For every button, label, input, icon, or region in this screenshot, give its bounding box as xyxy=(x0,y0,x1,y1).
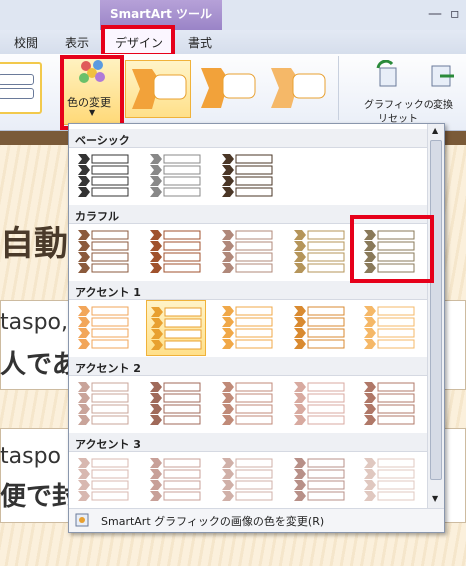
section-accent1: アクセント 1 xyxy=(69,281,427,300)
scroll-up-icon[interactable]: ▲ xyxy=(432,126,438,135)
reset-graphic-icon xyxy=(376,60,397,87)
chevron-list-shape xyxy=(150,382,201,425)
chevron-list-shape xyxy=(364,306,415,349)
section-accent2: アクセント 2 xyxy=(69,357,427,376)
color-variant-basic-2[interactable] xyxy=(146,148,206,204)
color-variant-accent3-3[interactable] xyxy=(218,452,278,508)
gallery-scrollbar[interactable]: ▲ ▼ xyxy=(427,124,444,508)
title-bar xyxy=(0,0,466,30)
chevron-list-shape xyxy=(222,306,273,349)
chevron-list-shape xyxy=(294,458,345,501)
convert-icon xyxy=(431,65,454,87)
chevron-list-shape xyxy=(78,306,129,349)
color-variant-accent2-4[interactable] xyxy=(290,376,350,432)
chevron-shape xyxy=(201,68,256,108)
highlight-design-tab xyxy=(101,25,175,57)
convert-label[interactable]: 変換 xyxy=(433,96,453,111)
color-variant-basic-3[interactable] xyxy=(218,148,278,204)
color-variant-basic-1[interactable] xyxy=(74,148,134,204)
color-variant-colorful-2[interactable] xyxy=(146,224,206,280)
layout-preview-partial[interactable] xyxy=(0,62,42,114)
slide-title: 自動 xyxy=(0,224,68,264)
chevron-list-shape xyxy=(364,458,415,501)
chevron-list-shape xyxy=(150,230,201,273)
slide-line-1: taspo, xyxy=(0,310,68,335)
scroll-thumb[interactable] xyxy=(430,140,442,480)
tab-view[interactable]: 表示 xyxy=(65,34,89,51)
color-variant-accent1-3[interactable] xyxy=(218,300,278,356)
color-variant-accent3-2[interactable] xyxy=(146,452,206,508)
restore-icon[interactable]: ▫ xyxy=(450,6,460,22)
chevron-list-shape xyxy=(294,306,345,349)
color-variant-colorful-4[interactable] xyxy=(290,224,350,280)
chevron-list-shape xyxy=(78,230,129,273)
gallery-scroll[interactable] xyxy=(338,56,352,120)
scroll-down-icon[interactable]: ▼ xyxy=(432,494,438,503)
chevron-list-shape xyxy=(364,382,415,425)
color-variant-accent1-5[interactable] xyxy=(360,300,420,356)
color-variant-accent3-4[interactable] xyxy=(290,452,350,508)
highlight-colorful-variant xyxy=(350,215,434,283)
slide-line-3: taspo xyxy=(0,444,61,469)
color-variant-accent1-4[interactable] xyxy=(290,300,350,356)
style-thumb-3[interactable] xyxy=(265,60,331,118)
chevron-list-shape xyxy=(222,458,273,501)
chevron-list-shape xyxy=(150,154,201,197)
color-variant-colorful-1[interactable] xyxy=(74,224,134,280)
chevron-list-shape xyxy=(151,307,202,350)
chevron-list-shape xyxy=(222,154,273,197)
tab-review[interactable]: 校閲 xyxy=(14,34,38,51)
slide-line-4: 便で封 xyxy=(0,482,79,512)
color-variant-accent2-3[interactable] xyxy=(218,376,278,432)
chevron-shape xyxy=(271,68,326,108)
style-thumb-2[interactable] xyxy=(195,60,261,118)
color-variant-colorful-3[interactable] xyxy=(218,224,278,280)
chevron-list-shape xyxy=(78,154,129,197)
color-variant-accent2-1[interactable] xyxy=(74,376,134,432)
tab-format[interactable]: 書式 xyxy=(188,34,212,51)
chevron-list-shape xyxy=(222,382,273,425)
chevron-list-shape xyxy=(78,382,129,425)
chevron-list-shape xyxy=(294,382,345,425)
chevron-list-shape xyxy=(150,458,201,501)
recolor-icon xyxy=(75,513,89,527)
recolor-pictures-item[interactable]: SmartArt グラフィックの画像の色を変更(R) xyxy=(101,513,324,529)
color-variant-accent3-1[interactable] xyxy=(74,452,134,508)
reset-label-1[interactable]: グラフィックの xyxy=(364,96,434,111)
slide-line-2: 人であ xyxy=(0,350,78,380)
chevron-list-shape xyxy=(222,230,273,273)
section-accent3: アクセント 3 xyxy=(69,433,427,452)
style-thumb-selected[interactable] xyxy=(125,60,191,118)
highlight-change-colors xyxy=(60,55,124,130)
section-basic: ベーシック xyxy=(69,129,427,148)
chevron-list-shape xyxy=(294,230,345,273)
minimize-icon[interactable]: — xyxy=(428,6,442,22)
smartart-context-title: SmartArt ツール xyxy=(109,7,213,21)
color-variant-accent3-5[interactable] xyxy=(360,452,420,508)
chevron-shape xyxy=(132,69,187,109)
color-variant-accent1-1[interactable] xyxy=(74,300,134,356)
color-variant-accent2-5[interactable] xyxy=(360,376,420,432)
color-variant-accent2-2[interactable] xyxy=(146,376,206,432)
chevron-list-shape xyxy=(78,458,129,501)
color-variant-accent1-2[interactable] xyxy=(146,300,206,356)
